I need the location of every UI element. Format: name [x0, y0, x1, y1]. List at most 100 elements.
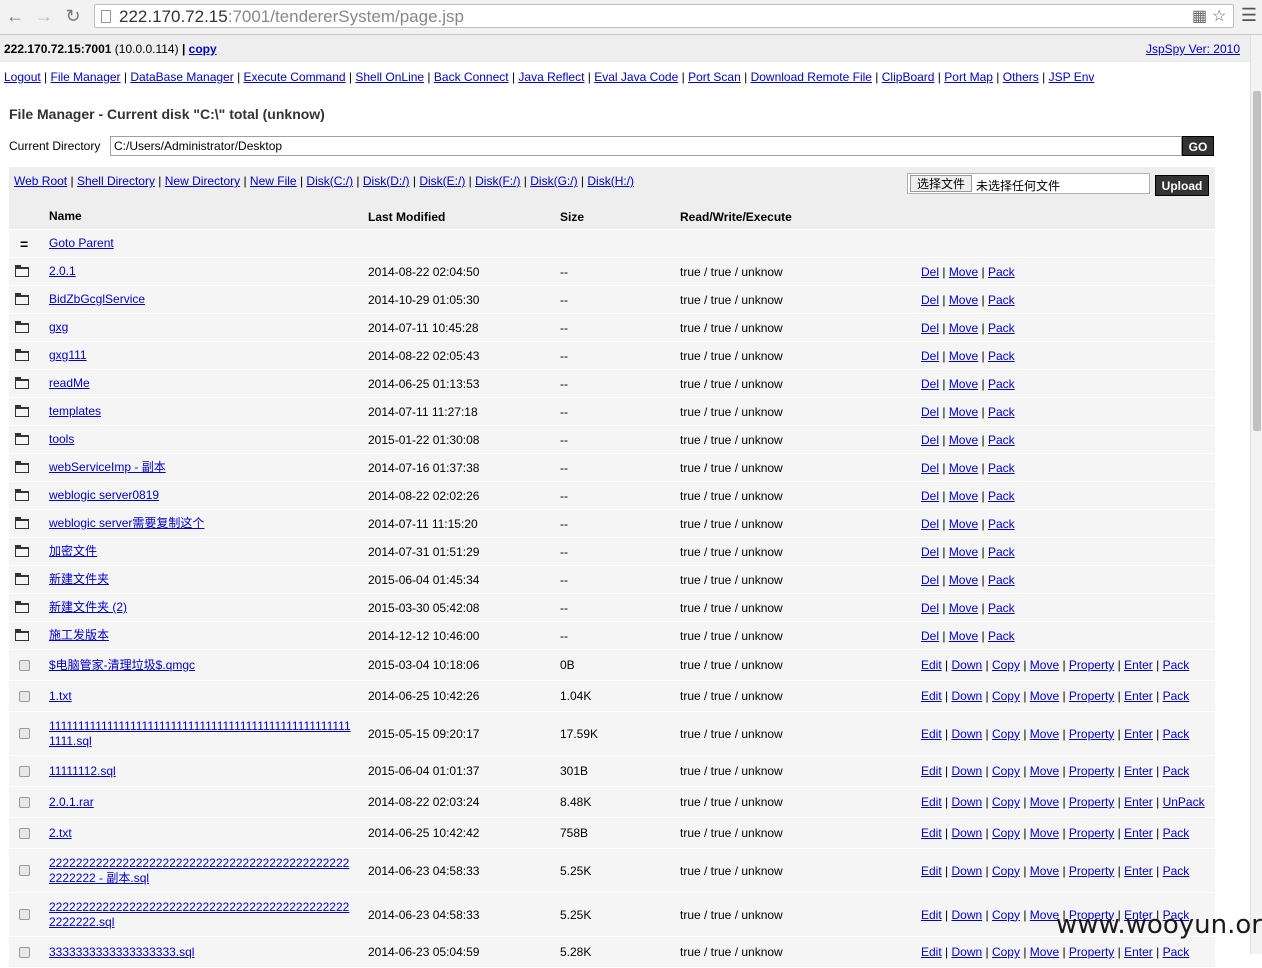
pack-action[interactable]: Pack — [1163, 658, 1190, 672]
file-checkbox[interactable] — [19, 659, 30, 671]
nav-link-execute-command[interactable]: Execute Command — [244, 70, 346, 84]
back-arrow-icon[interactable]: ← — [4, 5, 26, 27]
enter-action[interactable]: Enter — [1124, 826, 1153, 840]
nav-link-clipboard[interactable]: ClipBoard — [882, 70, 935, 84]
current-directory-input[interactable] — [110, 136, 1182, 156]
scrollbar-thumb[interactable] — [1253, 91, 1261, 431]
tool-link-disk-g[interactable]: Disk(G:/) — [530, 174, 577, 188]
file-name-link[interactable]: 1111111111111111111111111111111111111111… — [49, 719, 354, 749]
edit-action[interactable]: Edit — [921, 826, 942, 840]
down-action[interactable]: Down — [951, 864, 982, 878]
copy-action[interactable]: Copy — [992, 689, 1020, 703]
move-action[interactable]: Move — [949, 321, 978, 335]
move-action[interactable]: Move — [949, 405, 978, 419]
del-action[interactable]: Del — [921, 573, 939, 587]
property-action[interactable]: Property — [1069, 658, 1114, 672]
move-action[interactable]: Move — [949, 489, 978, 503]
property-action[interactable]: Property — [1069, 864, 1114, 878]
menu-icon[interactable]: ☰ — [1240, 5, 1258, 26]
down-action[interactable]: Down — [951, 945, 982, 959]
down-action[interactable]: Down — [951, 658, 982, 672]
upload-button[interactable]: Upload — [1155, 175, 1209, 196]
move-action[interactable]: Move — [949, 601, 978, 615]
del-action[interactable]: Del — [921, 405, 939, 419]
edit-action[interactable]: Edit — [921, 945, 942, 959]
move-action[interactable]: Move — [949, 433, 978, 447]
pack-action[interactable]: Pack — [1163, 864, 1190, 878]
nav-link-others[interactable]: Others — [1003, 70, 1039, 84]
tool-link-new-directory[interactable]: New Directory — [165, 174, 240, 188]
star-icon[interactable]: ☆ — [1212, 6, 1226, 26]
enter-action[interactable]: Enter — [1124, 689, 1153, 703]
file-checkbox[interactable] — [19, 865, 30, 876]
copy-action[interactable]: Copy — [992, 945, 1020, 959]
del-action[interactable]: Del — [921, 601, 939, 615]
forward-arrow-icon[interactable]: → — [33, 5, 55, 27]
move-action[interactable]: Move — [1030, 658, 1059, 672]
reload-icon[interactable]: ↻ — [62, 5, 84, 27]
move-action[interactable]: Move — [1030, 764, 1059, 778]
move-action[interactable]: Move — [949, 517, 978, 531]
file-checkbox[interactable] — [19, 690, 30, 702]
move-action[interactable]: Move — [1030, 864, 1059, 878]
directory-name-link[interactable]: 2.0.1 — [49, 264, 76, 279]
nav-link-port-map[interactable]: Port Map — [944, 70, 993, 84]
nav-link-download-remote-file[interactable]: Download Remote File — [751, 70, 872, 84]
file-name-link[interactable]: 3333333333333333333.sql — [49, 945, 194, 960]
file-name-link[interactable]: 1.txt — [49, 689, 72, 704]
property-action[interactable]: Property — [1069, 795, 1114, 809]
nav-link-database-manager[interactable]: DataBase Manager — [130, 70, 233, 84]
pack-action[interactable]: Pack — [1163, 764, 1190, 778]
enter-action[interactable]: Enter — [1124, 864, 1153, 878]
move-action[interactable]: Move — [1030, 727, 1059, 741]
edit-action[interactable]: Edit — [921, 908, 942, 922]
down-action[interactable]: Down — [951, 727, 982, 741]
move-action[interactable]: Move — [949, 573, 978, 587]
choose-file-button[interactable]: 选择文件 — [910, 175, 973, 192]
goto-parent-link[interactable]: Goto Parent — [49, 236, 114, 251]
del-action[interactable]: Del — [921, 321, 939, 335]
file-checkbox[interactable] — [19, 946, 30, 958]
move-action[interactable]: Move — [949, 377, 978, 391]
down-action[interactable]: Down — [951, 795, 982, 809]
enter-action[interactable]: Enter — [1124, 795, 1153, 809]
tool-link-shell-directory[interactable]: Shell Directory — [77, 174, 155, 188]
copy-action[interactable]: Copy — [992, 764, 1020, 778]
del-action[interactable]: Del — [921, 461, 939, 475]
tool-link-disk-c[interactable]: Disk(C:/) — [306, 174, 353, 188]
version-link[interactable]: JspSpy Ver: 2010 — [1146, 42, 1240, 56]
move-action[interactable]: Move — [1030, 689, 1059, 703]
go-button[interactable]: GO — [1182, 136, 1214, 156]
pack-action[interactable]: Pack — [988, 461, 1015, 475]
file-name-link[interactable]: 11111112.sql — [49, 764, 116, 779]
vertical-scrollbar[interactable] — [1250, 35, 1262, 954]
move-action[interactable]: Move — [1030, 908, 1059, 922]
copy-action[interactable]: Copy — [992, 826, 1020, 840]
copy-action[interactable]: Copy — [992, 864, 1020, 878]
del-action[interactable]: Del — [921, 433, 939, 447]
file-checkbox[interactable] — [19, 728, 30, 739]
nav-link-eval-java-code[interactable]: Eval Java Code — [594, 70, 678, 84]
copy-action[interactable]: Copy — [992, 908, 1020, 922]
nav-link-port-scan[interactable]: Port Scan — [688, 70, 741, 84]
enter-action[interactable]: Enter — [1124, 727, 1153, 741]
copy-link[interactable]: copy — [189, 42, 217, 56]
pack-action[interactable]: Pack — [988, 321, 1015, 335]
del-action[interactable]: Del — [921, 293, 939, 307]
move-action[interactable]: Move — [949, 461, 978, 475]
del-action[interactable]: Del — [921, 517, 939, 531]
edit-action[interactable]: Edit — [921, 795, 942, 809]
address-bar[interactable]: 222.170.72.15:7001/tendererSystem/page.j… — [94, 4, 1234, 28]
file-checkbox[interactable] — [19, 796, 30, 808]
property-action[interactable]: Property — [1069, 689, 1114, 703]
nav-link-back-connect[interactable]: Back Connect — [434, 70, 509, 84]
translate-icon[interactable]: ▦ — [1192, 6, 1207, 26]
move-action[interactable]: Move — [949, 265, 978, 279]
directory-name-link[interactable]: weblogic server0819 — [49, 488, 159, 503]
pack-action[interactable]: Pack — [1163, 727, 1190, 741]
down-action[interactable]: Down — [951, 689, 982, 703]
down-action[interactable]: Down — [951, 764, 982, 778]
pack-action[interactable]: Pack — [988, 489, 1015, 503]
copy-action[interactable]: Copy — [992, 658, 1020, 672]
enter-action[interactable]: Enter — [1124, 764, 1153, 778]
